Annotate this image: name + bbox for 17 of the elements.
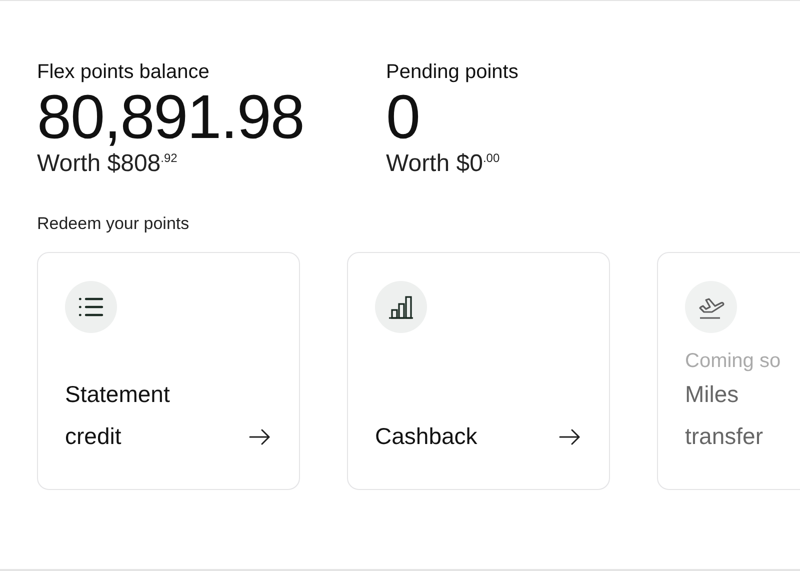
- card-title: Miles transfer: [685, 380, 764, 451]
- arrow-icon: [249, 429, 271, 445]
- balance-label: Flex points balance: [37, 61, 210, 84]
- balance-value: 0: [386, 86, 420, 150]
- balance-value: 80,891.98: [37, 86, 305, 150]
- balance-label: Pending points: [386, 61, 520, 84]
- status-note: Coming so: [685, 350, 782, 373]
- card-title: Statement credit: [65, 380, 171, 451]
- card-title: Cashback: [375, 422, 478, 451]
- worth-text: Worth $808$^{.92}$: [37, 150, 178, 178]
- redeem-card[interactable]: Statement credit: [37, 252, 300, 490]
- worth-text: Worth $0$^{.00}$: [386, 150, 501, 178]
- section-heading: Redeem your points: [37, 214, 190, 234]
- arrow-icon: [559, 429, 581, 445]
- list-icon: [78, 297, 104, 317]
- redeem-card[interactable]: Cashback: [347, 252, 610, 490]
- bar-chart-icon: [388, 295, 414, 319]
